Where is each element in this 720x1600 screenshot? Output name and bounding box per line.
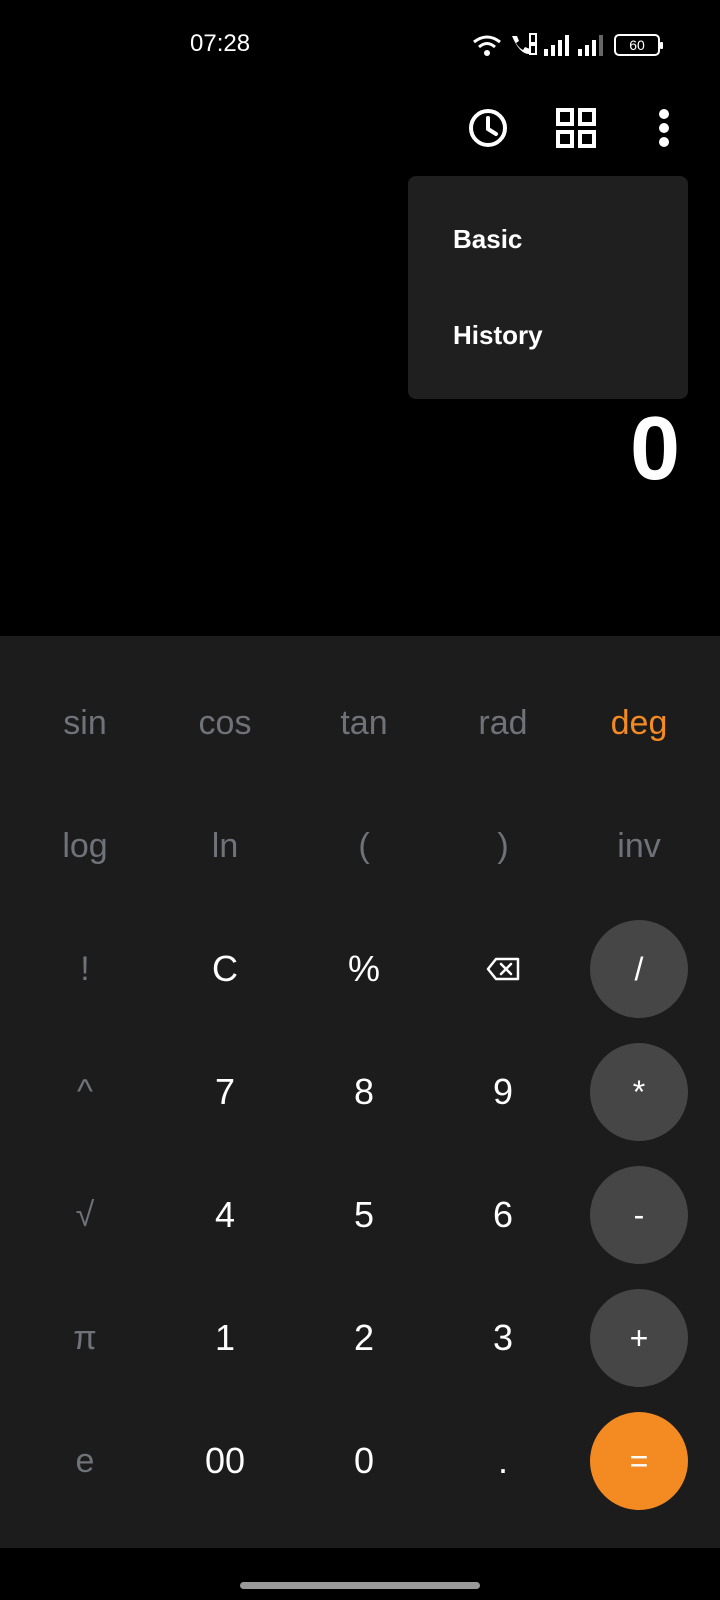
- key-tan[interactable]: tan: [314, 673, 414, 773]
- key-open-paren[interactable]: (: [314, 796, 414, 896]
- status-time: 07:28: [190, 30, 251, 57]
- key-rad[interactable]: rad: [453, 673, 553, 773]
- clock-icon: [469, 109, 507, 147]
- key-00[interactable]: 00: [175, 1411, 275, 1511]
- key-cos[interactable]: cos: [175, 673, 275, 773]
- backspace-icon: [486, 957, 520, 981]
- signal-icon-sim1: [544, 35, 569, 56]
- key-divide[interactable]: /: [590, 920, 688, 1018]
- more-vertical-icon: [659, 109, 669, 147]
- key-decimal[interactable]: .: [453, 1411, 553, 1511]
- key-5[interactable]: 5: [314, 1165, 414, 1265]
- mode-switch-button[interactable]: [553, 105, 599, 151]
- key-log[interactable]: log: [35, 796, 135, 896]
- key-deg[interactable]: deg: [589, 673, 689, 773]
- status-bar: 07:28 60: [0, 0, 720, 92]
- backspace-button[interactable]: [453, 919, 553, 1019]
- key-7[interactable]: 7: [175, 1042, 275, 1142]
- navigation-bar: [0, 1548, 720, 1600]
- key-pi[interactable]: π: [35, 1288, 135, 1388]
- key-power[interactable]: ^: [35, 1042, 135, 1142]
- key-close-paren[interactable]: ): [453, 796, 553, 896]
- key-e[interactable]: e: [35, 1411, 135, 1511]
- keypad: sin cos tan rad deg log ln ( ) inv ! C %…: [0, 636, 720, 1548]
- grid-icon: [556, 108, 596, 148]
- key-subtract[interactable]: -: [590, 1166, 688, 1264]
- key-clear[interactable]: C: [175, 919, 275, 1019]
- more-options-button[interactable]: [641, 105, 687, 151]
- key-sqrt[interactable]: √: [35, 1165, 135, 1265]
- battery-level: 60: [629, 37, 645, 53]
- home-indicator[interactable]: [240, 1582, 480, 1589]
- key-0[interactable]: 0: [314, 1411, 414, 1511]
- key-equals[interactable]: =: [590, 1412, 688, 1510]
- overflow-menu: Basic History: [408, 176, 688, 399]
- key-factorial[interactable]: !: [35, 919, 135, 1019]
- key-8[interactable]: 8: [314, 1042, 414, 1142]
- battery-indicator: 60: [614, 34, 663, 56]
- key-sin[interactable]: sin: [35, 673, 135, 773]
- signal-icon-sim2: [578, 35, 603, 56]
- key-3[interactable]: 3: [453, 1288, 553, 1388]
- status-icons: 60: [472, 30, 663, 60]
- key-inv[interactable]: inv: [589, 796, 689, 896]
- key-9[interactable]: 9: [453, 1042, 553, 1142]
- key-2[interactable]: 2: [314, 1288, 414, 1388]
- key-1[interactable]: 1: [175, 1288, 275, 1388]
- wifi-icon: [473, 35, 501, 56]
- key-percent[interactable]: %: [314, 919, 414, 1019]
- key-6[interactable]: 6: [453, 1165, 553, 1265]
- result-display: 0: [629, 399, 680, 499]
- menu-item-basic[interactable]: Basic: [453, 224, 522, 255]
- key-ln[interactable]: ln: [175, 796, 275, 896]
- menu-item-history[interactable]: History: [453, 320, 543, 351]
- wifi-calling-icon: [512, 33, 537, 55]
- key-multiply[interactable]: *: [590, 1043, 688, 1141]
- key-4[interactable]: 4: [175, 1165, 275, 1265]
- key-add[interactable]: +: [590, 1289, 688, 1387]
- history-button[interactable]: [465, 105, 511, 151]
